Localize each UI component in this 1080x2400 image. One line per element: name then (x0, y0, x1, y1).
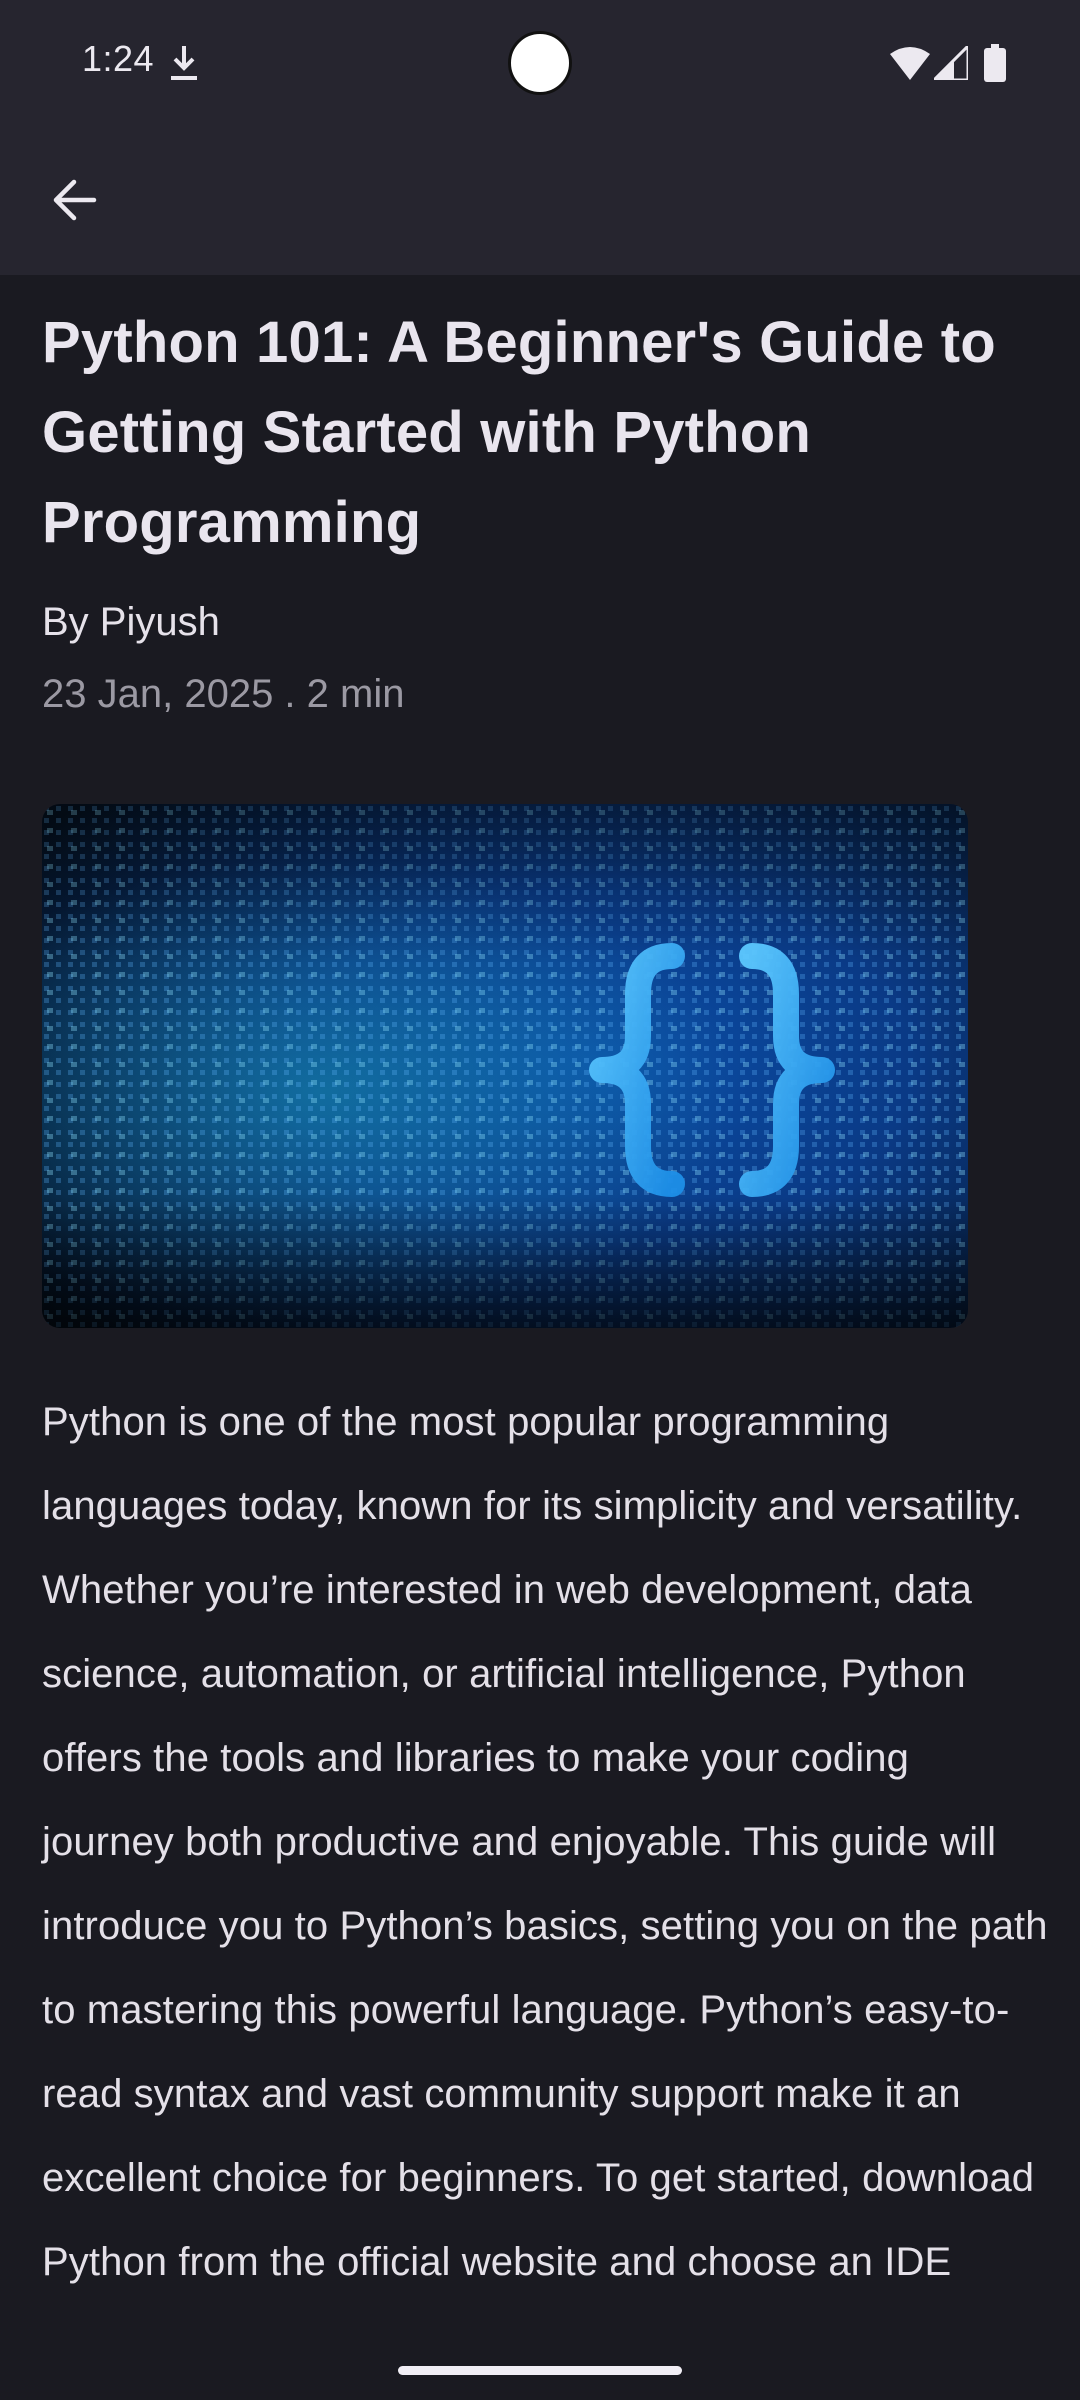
article-header: Python 101: A Beginner's Guide to Gettin… (42, 298, 1042, 722)
home-indicator[interactable] (398, 2366, 682, 2375)
article-screen: 1:24 Python 101: A Beginner's Guide to G… (0, 0, 1080, 2400)
battery-icon (984, 44, 1006, 82)
article-meta: 23 Jan, 2025 . 2 min (42, 672, 405, 716)
code-braces-illustration (42, 804, 968, 1328)
article-body: Python is one of the most popular progra… (42, 1400, 1048, 2284)
article-hero-image (42, 804, 968, 1328)
cell-signal-icon (934, 46, 968, 80)
article-author: By Piyush (42, 600, 220, 644)
back-button[interactable] (38, 164, 110, 236)
status-bar: 1:24 (0, 0, 1080, 128)
top-bar: 1:24 (0, 0, 1080, 275)
wifi-icon (890, 47, 930, 80)
download-icon (171, 46, 197, 80)
camera-cutout (508, 31, 572, 95)
article-title: Python 101: A Beginner's Guide to Gettin… (42, 310, 996, 555)
arrow-left-icon (53, 179, 97, 221)
status-time: 1:24 (82, 38, 155, 79)
